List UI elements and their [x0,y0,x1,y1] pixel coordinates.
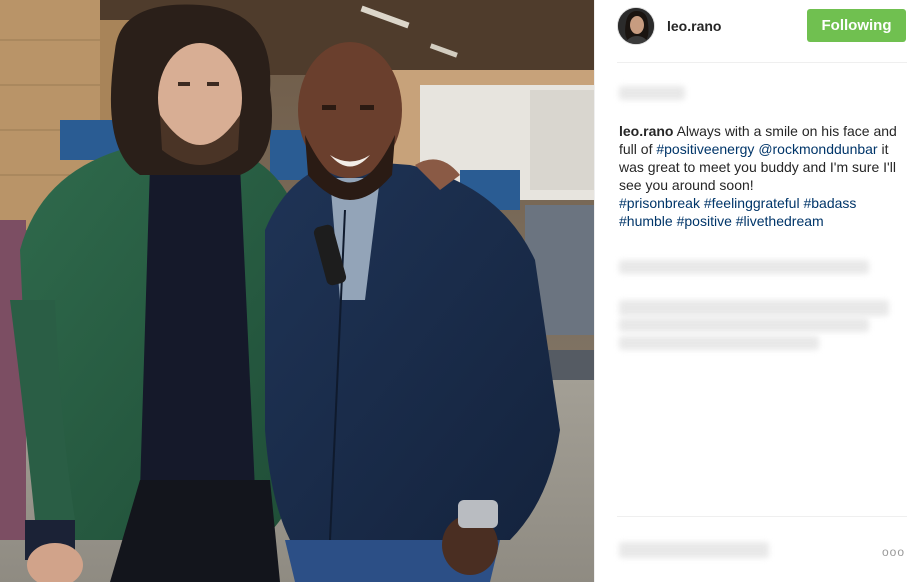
following-button[interactable]: Following [807,9,906,42]
photo-image [0,0,594,582]
hashtag-link[interactable]: #feelinggrateful [704,195,800,211]
hashtag-link[interactable]: #livethedream [736,213,824,229]
hashtag-link[interactable]: #badass [803,195,856,211]
redacted-comment [619,336,819,350]
hashtag-link[interactable]: #prisonbreak [619,195,700,211]
redacted-likes [619,86,685,100]
post-caption: leo.rano Always with a smile on his face… [619,122,909,230]
redacted-comment [619,318,869,332]
caption-username[interactable]: leo.rano [619,123,673,139]
redacted-comment [619,260,869,274]
post-username[interactable]: leo.rano [667,18,721,34]
hashtag-link[interactable]: #positive [677,213,732,229]
post-side-panel: leo.rano Following leo.rano Always with … [594,0,912,582]
more-options-icon[interactable]: ooo [882,545,905,559]
avatar[interactable] [617,7,655,45]
hashtag-link[interactable]: #positiveenergy [656,141,754,157]
avatar-image [618,8,654,44]
post-photo[interactable] [0,0,594,582]
redacted-comment-input [619,542,769,558]
hashtag-link[interactable]: #humble [619,213,673,229]
redacted-comment [619,300,889,316]
hashtag-link[interactable]: @rockmonddunbar [758,141,877,157]
divider [617,516,907,517]
divider [617,62,907,63]
post-header: leo.rano Following [595,0,912,52]
